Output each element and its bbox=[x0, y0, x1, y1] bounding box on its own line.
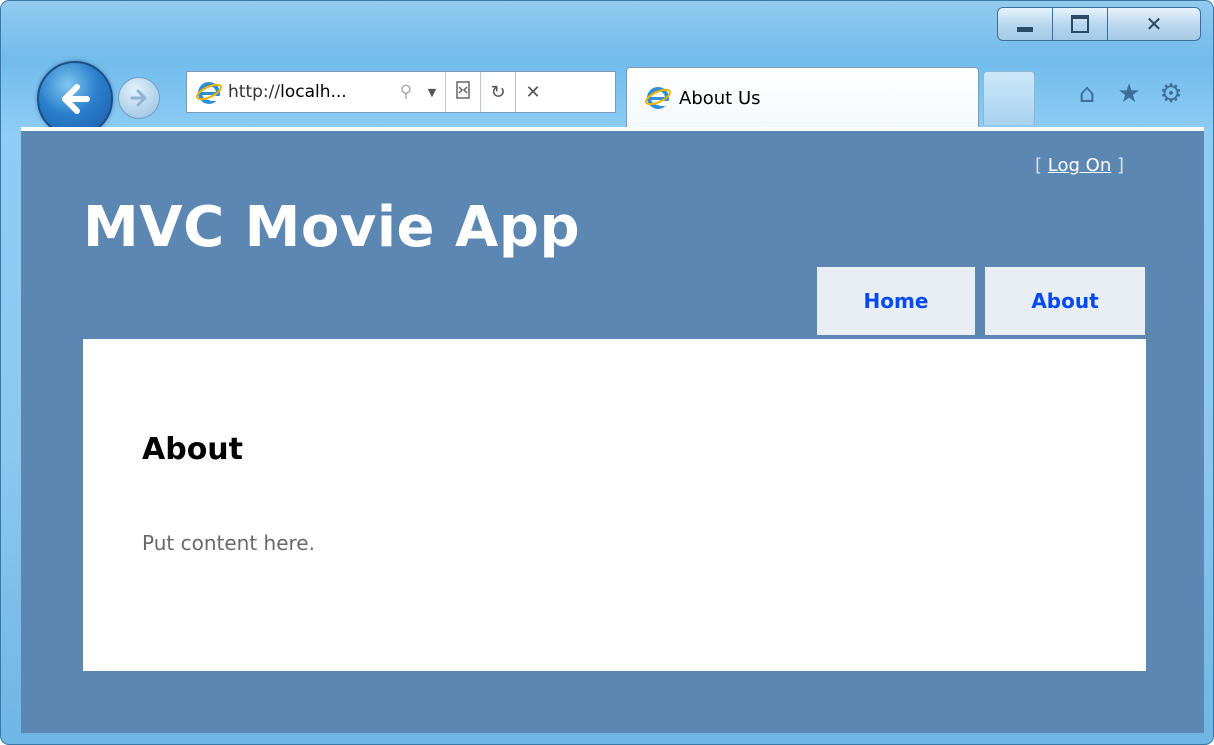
chevron-down-icon[interactable]: ▼ bbox=[419, 86, 445, 99]
login-display: [ Log On ] bbox=[1035, 155, 1124, 176]
main-menu: Home About bbox=[817, 267, 1145, 335]
login-bracket-close: ] bbox=[1111, 155, 1124, 176]
page-body-text: Put content here. bbox=[142, 531, 315, 555]
back-button[interactable] bbox=[37, 61, 113, 137]
address-url[interactable]: http://localh... bbox=[228, 82, 393, 102]
ie-page-icon bbox=[196, 79, 222, 105]
star-icon[interactable]: ★ bbox=[1115, 77, 1143, 111]
ie-tab-icon bbox=[645, 84, 671, 110]
url-host: localh... bbox=[280, 82, 347, 102]
close-window-button[interactable]: ✕ bbox=[1107, 7, 1201, 41]
address-bar[interactable]: http://localh... ⚲ ▼ ↻ ✕ bbox=[186, 71, 616, 113]
page-viewport: [ Log On ] MVC Movie App Home About Abou… bbox=[21, 127, 1204, 733]
url-prefix: http:// bbox=[228, 82, 281, 102]
back-arrow-icon bbox=[39, 63, 111, 135]
gear-icon[interactable]: ⚙ bbox=[1157, 77, 1185, 111]
forward-arrow-icon bbox=[119, 78, 159, 118]
site-title: MVC Movie App bbox=[83, 195, 581, 260]
stop-icon[interactable]: ✕ bbox=[516, 82, 550, 103]
menu-item-home[interactable]: Home bbox=[817, 267, 975, 335]
tab-about-us[interactable]: About Us bbox=[626, 67, 979, 127]
login-bracket-open: [ bbox=[1035, 155, 1048, 176]
refresh-icon[interactable]: ↻ bbox=[481, 82, 515, 103]
maximize-icon bbox=[1053, 8, 1107, 40]
page-heading: About bbox=[142, 432, 244, 467]
log-on-link[interactable]: Log On bbox=[1048, 155, 1111, 176]
new-tab-button[interactable] bbox=[983, 71, 1035, 125]
maximize-button[interactable] bbox=[1052, 7, 1108, 41]
tab-title: About Us bbox=[679, 88, 761, 109]
browser-tools: ⌂ ★ ⚙ bbox=[1073, 77, 1185, 111]
minimize-button[interactable] bbox=[997, 7, 1053, 41]
menu-item-about[interactable]: About bbox=[985, 267, 1145, 335]
window-caption-buttons: ✕ bbox=[997, 7, 1201, 43]
search-icon[interactable]: ⚲ bbox=[393, 82, 419, 102]
home-icon[interactable]: ⌂ bbox=[1073, 77, 1101, 111]
browser-window: ✕ http://localh... ⚲ ▼ ↻ ✕ About Us ⌂ ★ … bbox=[0, 0, 1214, 745]
main-content: About Put content here. bbox=[83, 339, 1146, 671]
close-icon: ✕ bbox=[1145, 12, 1163, 36]
compatibility-view-icon[interactable] bbox=[446, 80, 480, 104]
forward-button[interactable] bbox=[118, 77, 160, 119]
minimize-icon bbox=[998, 8, 1052, 40]
